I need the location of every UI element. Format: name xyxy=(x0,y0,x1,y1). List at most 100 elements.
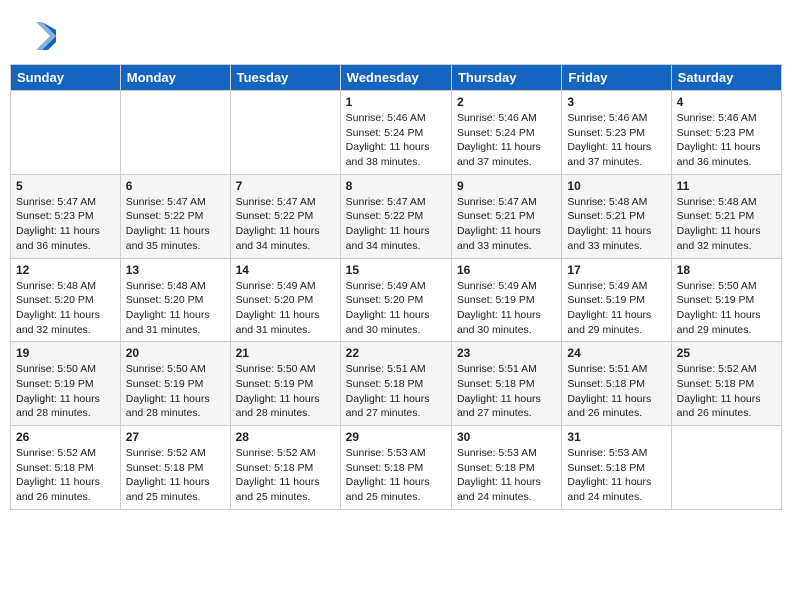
day-number: 2 xyxy=(457,95,556,109)
day-number: 7 xyxy=(236,179,335,193)
calendar-cell: 26 Sunrise: 5:52 AM Sunset: 5:18 PM Dayli… xyxy=(11,426,121,510)
day-info: Sunrise: 5:52 AM Sunset: 5:18 PM Dayligh… xyxy=(16,446,115,505)
calendar-cell xyxy=(230,91,340,175)
day-number: 6 xyxy=(126,179,225,193)
calendar-cell: 11 Sunrise: 5:48 AM Sunset: 5:21 PM Dayli… xyxy=(671,174,781,258)
calendar-cell: 24 Sunrise: 5:51 AM Sunset: 5:18 PM Dayli… xyxy=(562,342,671,426)
day-number: 16 xyxy=(457,263,556,277)
calendar: SundayMondayTuesdayWednesdayThursdayFrid… xyxy=(10,64,782,510)
day-header-sunday: Sunday xyxy=(11,65,121,91)
day-info: Sunrise: 5:53 AM Sunset: 5:18 PM Dayligh… xyxy=(567,446,665,505)
day-number: 24 xyxy=(567,346,665,360)
day-info: Sunrise: 5:50 AM Sunset: 5:19 PM Dayligh… xyxy=(126,362,225,421)
day-info: Sunrise: 5:46 AM Sunset: 5:23 PM Dayligh… xyxy=(677,111,776,170)
day-info: Sunrise: 5:48 AM Sunset: 5:20 PM Dayligh… xyxy=(126,279,225,338)
day-info: Sunrise: 5:49 AM Sunset: 5:19 PM Dayligh… xyxy=(567,279,665,338)
calendar-week-row: 19 Sunrise: 5:50 AM Sunset: 5:19 PM Dayli… xyxy=(11,342,782,426)
calendar-cell: 14Sunrise: 5:49 AM Sunset: 5:20 PM Dayli… xyxy=(230,258,340,342)
day-info: Sunrise: 5:51 AM Sunset: 5:18 PM Dayligh… xyxy=(346,362,446,421)
day-number: 22 xyxy=(346,346,446,360)
day-number: 30 xyxy=(457,430,556,444)
calendar-cell: 9 Sunrise: 5:47 AM Sunset: 5:21 PM Daylig… xyxy=(451,174,561,258)
calendar-cell: 15Sunrise: 5:49 AM Sunset: 5:20 PM Dayli… xyxy=(340,258,451,342)
day-info: Sunrise: 5:51 AM Sunset: 5:18 PM Dayligh… xyxy=(567,362,665,421)
day-number: 29 xyxy=(346,430,446,444)
calendar-cell: 10 Sunrise: 5:48 AM Sunset: 5:21 PM Dayli… xyxy=(562,174,671,258)
day-number: 25 xyxy=(677,346,776,360)
day-info: Sunrise: 5:53 AM Sunset: 5:18 PM Dayligh… xyxy=(346,446,446,505)
calendar-week-row: 5 Sunrise: 5:47 AM Sunset: 5:23 PM Daylig… xyxy=(11,174,782,258)
calendar-cell: 22 Sunrise: 5:51 AM Sunset: 5:18 PM Dayli… xyxy=(340,342,451,426)
calendar-week-row: 1 Sunrise: 5:46 AM Sunset: 5:24 PM Daylig… xyxy=(11,91,782,175)
calendar-cell: 29 Sunrise: 5:53 AM Sunset: 5:18 PM Dayli… xyxy=(340,426,451,510)
day-info: Sunrise: 5:46 AM Sunset: 5:23 PM Dayligh… xyxy=(567,111,665,170)
day-number: 10 xyxy=(567,179,665,193)
calendar-cell: 25 Sunrise: 5:52 AM Sunset: 5:18 PM Dayli… xyxy=(671,342,781,426)
calendar-cell: 17 Sunrise: 5:49 AM Sunset: 5:19 PM Dayli… xyxy=(562,258,671,342)
day-number: 15 xyxy=(346,263,446,277)
day-header-saturday: Saturday xyxy=(671,65,781,91)
day-info: Sunrise: 5:48 AM Sunset: 5:20 PM Dayligh… xyxy=(16,279,115,338)
day-header-thursday: Thursday xyxy=(451,65,561,91)
calendar-cell: 1 Sunrise: 5:46 AM Sunset: 5:24 PM Daylig… xyxy=(340,91,451,175)
calendar-week-row: 12 Sunrise: 5:48 AM Sunset: 5:20 PM Dayli… xyxy=(11,258,782,342)
day-number: 9 xyxy=(457,179,556,193)
calendar-cell: 28 Sunrise: 5:52 AM Sunset: 5:18 PM Dayli… xyxy=(230,426,340,510)
day-info: Sunrise: 5:47 AM Sunset: 5:22 PM Dayligh… xyxy=(236,195,335,254)
calendar-cell: 2 Sunrise: 5:46 AM Sunset: 5:24 PM Daylig… xyxy=(451,91,561,175)
day-number: 5 xyxy=(16,179,115,193)
calendar-cell: 21 Sunrise: 5:50 AM Sunset: 5:19 PM Dayli… xyxy=(230,342,340,426)
logo xyxy=(20,18,58,54)
day-number: 18 xyxy=(677,263,776,277)
day-number: 21 xyxy=(236,346,335,360)
calendar-cell: 18Sunrise: 5:50 AM Sunset: 5:19 PM Dayli… xyxy=(671,258,781,342)
calendar-cell: 8Sunrise: 5:47 AM Sunset: 5:22 PM Daylig… xyxy=(340,174,451,258)
day-number: 28 xyxy=(236,430,335,444)
calendar-cell: 23 Sunrise: 5:51 AM Sunset: 5:18 PM Dayli… xyxy=(451,342,561,426)
day-header-monday: Monday xyxy=(120,65,230,91)
day-info: Sunrise: 5:47 AM Sunset: 5:21 PM Dayligh… xyxy=(457,195,556,254)
calendar-cell: 3 Sunrise: 5:46 AM Sunset: 5:23 PM Daylig… xyxy=(562,91,671,175)
day-header-tuesday: Tuesday xyxy=(230,65,340,91)
day-info: Sunrise: 5:47 AM Sunset: 5:22 PM Dayligh… xyxy=(346,195,446,254)
day-number: 12 xyxy=(16,263,115,277)
day-info: Sunrise: 5:48 AM Sunset: 5:21 PM Dayligh… xyxy=(567,195,665,254)
calendar-cell: 16 Sunrise: 5:49 AM Sunset: 5:19 PM Dayli… xyxy=(451,258,561,342)
day-info: Sunrise: 5:46 AM Sunset: 5:24 PM Dayligh… xyxy=(457,111,556,170)
calendar-cell: 30Sunrise: 5:53 AM Sunset: 5:18 PM Dayli… xyxy=(451,426,561,510)
day-number: 14 xyxy=(236,263,335,277)
day-number: 26 xyxy=(16,430,115,444)
calendar-cell xyxy=(11,91,121,175)
day-number: 11 xyxy=(677,179,776,193)
calendar-cell: 19Sunrise: 5:50 AM Sunset: 5:19 PM Dayli… xyxy=(11,342,121,426)
day-number: 3 xyxy=(567,95,665,109)
calendar-cell: 4 Sunrise: 5:46 AM Sunset: 5:23 PM Daylig… xyxy=(671,91,781,175)
header xyxy=(10,10,782,60)
day-info: Sunrise: 5:48 AM Sunset: 5:21 PM Dayligh… xyxy=(677,195,776,254)
calendar-cell: 20 Sunrise: 5:50 AM Sunset: 5:19 PM Dayli… xyxy=(120,342,230,426)
day-number: 20 xyxy=(126,346,225,360)
day-header-wednesday: Wednesday xyxy=(340,65,451,91)
day-info: Sunrise: 5:47 AM Sunset: 5:23 PM Dayligh… xyxy=(16,195,115,254)
calendar-cell xyxy=(120,91,230,175)
day-number: 17 xyxy=(567,263,665,277)
day-info: Sunrise: 5:52 AM Sunset: 5:18 PM Dayligh… xyxy=(677,362,776,421)
day-number: 23 xyxy=(457,346,556,360)
day-info: Sunrise: 5:49 AM Sunset: 5:19 PM Dayligh… xyxy=(457,279,556,338)
day-number: 13 xyxy=(126,263,225,277)
day-info: Sunrise: 5:50 AM Sunset: 5:19 PM Dayligh… xyxy=(236,362,335,421)
day-info: Sunrise: 5:51 AM Sunset: 5:18 PM Dayligh… xyxy=(457,362,556,421)
day-number: 4 xyxy=(677,95,776,109)
day-number: 1 xyxy=(346,95,446,109)
day-number: 19 xyxy=(16,346,115,360)
calendar-header-row: SundayMondayTuesdayWednesdayThursdayFrid… xyxy=(11,65,782,91)
calendar-cell: 27 Sunrise: 5:52 AM Sunset: 5:18 PM Dayli… xyxy=(120,426,230,510)
day-info: Sunrise: 5:47 AM Sunset: 5:22 PM Dayligh… xyxy=(126,195,225,254)
calendar-cell: 5 Sunrise: 5:47 AM Sunset: 5:23 PM Daylig… xyxy=(11,174,121,258)
day-number: 31 xyxy=(567,430,665,444)
day-number: 27 xyxy=(126,430,225,444)
day-info: Sunrise: 5:46 AM Sunset: 5:24 PM Dayligh… xyxy=(346,111,446,170)
day-info: Sunrise: 5:52 AM Sunset: 5:18 PM Dayligh… xyxy=(236,446,335,505)
day-info: Sunrise: 5:52 AM Sunset: 5:18 PM Dayligh… xyxy=(126,446,225,505)
calendar-cell: 31 Sunrise: 5:53 AM Sunset: 5:18 PM Dayli… xyxy=(562,426,671,510)
